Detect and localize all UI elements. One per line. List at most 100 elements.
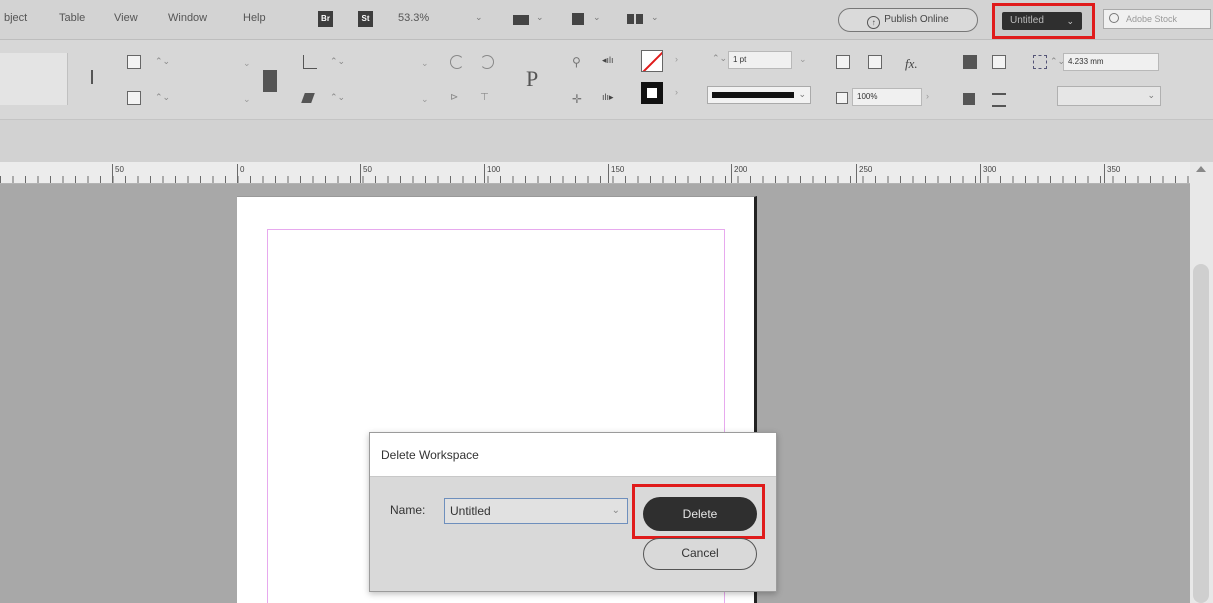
select-content-icon[interactable]: ✛: [572, 92, 586, 106]
ruler-label: 150: [611, 165, 625, 174]
text-wrap-icon[interactable]: [963, 55, 977, 69]
opacity-field[interactable]: 100%: [852, 88, 922, 106]
wrap-around-shape-icon[interactable]: [992, 55, 1006, 69]
align-bottom-icon[interactable]: [127, 91, 141, 105]
adobe-stock-placeholder: Adobe Stock: [1126, 14, 1178, 24]
dropdown-chevron-icon[interactable]: ⌄: [243, 94, 251, 105]
rotate-ccw-icon[interactable]: [450, 55, 464, 69]
dialog-title: Delete Workspace: [381, 448, 479, 462]
fit-content-icon[interactable]: [868, 55, 882, 69]
workspace-name-value: Untitled: [450, 504, 491, 518]
publish-icon: ↑: [867, 16, 881, 29]
zoom-chevron-down-icon[interactable]: ⌄: [475, 12, 483, 23]
dimension-field[interactable]: 4.233 mm: [1063, 53, 1159, 71]
menu-object[interactable]: bject: [4, 12, 27, 24]
corner-shape-select[interactable]: ⌄: [1057, 86, 1161, 106]
stroke-weight-field[interactable]: 1 pt: [728, 51, 792, 69]
dropdown-chevron-icon[interactable]: ⌄: [421, 94, 429, 105]
horizontal-ruler[interactable]: 50 0 50 100 150 200 250 300 350: [0, 162, 1190, 184]
ruler-label: 250: [859, 165, 873, 174]
opacity-chevron-icon[interactable]: ›: [926, 91, 929, 101]
opacity-icon: [836, 92, 848, 104]
ruler-major-tick: [608, 164, 609, 183]
selection-tool-icon[interactable]: [91, 70, 101, 84]
ruler-major-tick: [360, 164, 361, 183]
ruler-label: 0: [240, 165, 245, 174]
dialog-title-bar[interactable]: Delete Workspace: [370, 433, 776, 477]
search-icon: [1109, 13, 1119, 23]
cancel-button[interactable]: Cancel: [643, 538, 757, 570]
dropdown-chevron-icon[interactable]: ⌄: [421, 58, 429, 69]
align-top-icon[interactable]: [127, 55, 141, 69]
ruler-ticks: [0, 176, 1190, 183]
vertical-scrollbar[interactable]: [1190, 162, 1213, 603]
publish-online-button[interactable]: ↑ Publish Online: [838, 8, 978, 32]
screen-mode-icon[interactable]: [570, 11, 588, 27]
stock-app-icon[interactable]: St: [358, 11, 373, 27]
ruler-major-tick: [731, 164, 732, 183]
publish-online-label: Publish Online: [884, 14, 949, 25]
arrange-chevron-down-icon[interactable]: ⌄: [651, 12, 659, 23]
fill-swatch-icon[interactable]: [641, 50, 663, 72]
chevron-down-icon: ⌄: [611, 505, 620, 516]
stroke-type-preview: [712, 92, 794, 98]
stepper-icon[interactable]: ⌃⌄: [712, 53, 727, 64]
align-icon[interactable]: [963, 93, 975, 105]
menu-table[interactable]: Table: [59, 12, 85, 24]
adobe-stock-search[interactable]: Adobe Stock: [1103, 9, 1211, 29]
effects-icon[interactable]: fx.: [905, 56, 918, 72]
ruler-label: 50: [115, 165, 124, 174]
bridge-icon[interactable]: Br: [318, 11, 333, 27]
arrange-documents-icon[interactable]: [627, 11, 645, 27]
dropdown-chevron-icon[interactable]: ⌄: [243, 58, 251, 69]
menu-view[interactable]: View: [114, 12, 138, 24]
reference-point-field[interactable]: [0, 53, 68, 105]
screen-mode-chevron-down-icon[interactable]: ⌄: [593, 12, 601, 23]
workspace-switcher-highlight: Untitled ⌄: [992, 3, 1095, 39]
stroke-swatch-icon[interactable]: [641, 82, 663, 104]
distribute-icon[interactable]: [992, 93, 1006, 107]
frame-fitting-icon[interactable]: [836, 55, 850, 69]
view-options-chevron-down-icon[interactable]: ⌄: [536, 12, 544, 23]
ruler-major-tick: [856, 164, 857, 183]
constrain-proportions-icon[interactable]: [263, 70, 277, 92]
flip-horizontal-icon[interactable]: ⊳: [450, 92, 464, 106]
chevron-down-icon: ⌄: [798, 89, 806, 99]
view-options-icon[interactable]: [513, 11, 531, 27]
pasteboard-strip: [0, 120, 1213, 162]
workspace-switcher[interactable]: Untitled ⌄: [1002, 12, 1082, 30]
stepper-icon[interactable]: ⌃⌄: [330, 92, 345, 103]
ruler-label: 100: [487, 165, 501, 174]
fill-dropdown-chevron-icon[interactable]: ›: [675, 54, 678, 64]
stroke-type-select[interactable]: ⌄: [707, 86, 811, 104]
menu-help[interactable]: Help: [243, 12, 266, 24]
control-panel: ⌃⌄ ⌃⌄ ⌄ ⌄ ⌃⌄ ⌃⌄ ⌄ ⌄ ⊳ ⊤ P ⚲ ✛ ◂ılı ılı▸ …: [0, 40, 1213, 120]
delete-button[interactable]: Delete: [643, 497, 757, 531]
ruler-major-tick: [980, 164, 981, 183]
stepper-icon[interactable]: ⌃⌄: [155, 56, 170, 67]
menu-bar: bject Table View Window Help Br St 53.3%…: [0, 0, 1213, 40]
workspace-name-select[interactable]: Untitled ⌄: [444, 498, 628, 524]
shear-icon[interactable]: [301, 93, 315, 103]
scrollbar-thumb[interactable]: [1193, 264, 1209, 603]
stroke-dropdown-chevron-icon[interactable]: ›: [675, 87, 678, 97]
select-container-icon[interactable]: ⚲: [572, 55, 586, 69]
rotate-cw-icon[interactable]: [480, 55, 494, 69]
name-label: Name:: [390, 503, 426, 517]
ruler-label: 200: [734, 165, 748, 174]
chevron-down-icon: ⌄: [1147, 90, 1155, 100]
select-next-icon[interactable]: ılı▸: [602, 92, 616, 106]
stepper-icon[interactable]: ⌃⌄: [155, 92, 170, 103]
delete-workspace-dialog: Delete Workspace Name: Untitled ⌄ Delete…: [369, 432, 777, 592]
flip-vertical-icon[interactable]: ⊤: [480, 92, 494, 106]
stroke-weight-chevron-icon[interactable]: ⌄: [799, 54, 807, 65]
select-previous-icon[interactable]: ◂ılı: [602, 55, 616, 69]
zoom-level[interactable]: 53.3%: [398, 12, 429, 24]
stepper-icon[interactable]: ⌃⌄: [330, 56, 345, 67]
menu-window[interactable]: Window: [168, 12, 207, 24]
paragraph-icon: P: [526, 66, 539, 91]
scroll-up-arrow-icon[interactable]: [1196, 166, 1206, 172]
rotation-angle-icon[interactable]: [303, 55, 317, 69]
ruler-label: 50: [363, 165, 372, 174]
ruler-major-tick: [112, 164, 113, 183]
